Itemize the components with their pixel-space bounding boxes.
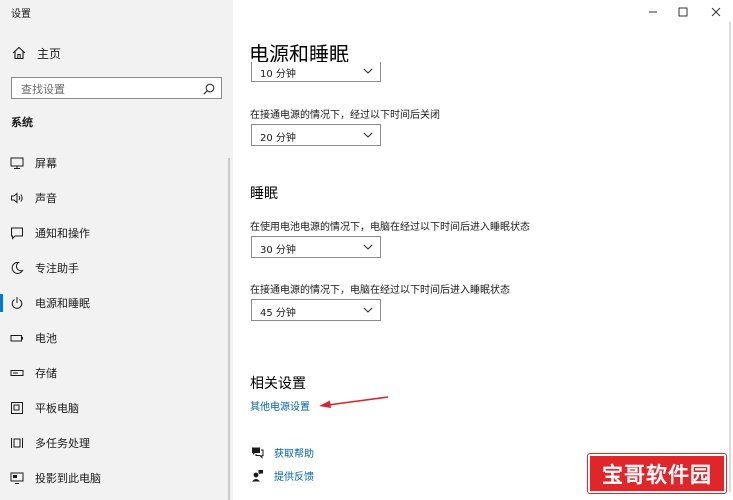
sidebar-item-label: 投影到此电脑 xyxy=(35,472,101,485)
screen-plugged-label: 在接通电源的情况下，经过以下时间后关闭 xyxy=(250,110,440,121)
sleep-plugged-label: 在接通电源的情况下，电脑在经过以下时间后进入睡眠状态 xyxy=(250,285,510,296)
notification-icon xyxy=(10,226,24,240)
project-icon xyxy=(10,471,24,485)
get-help-link[interactable]: 获取帮助 xyxy=(251,443,314,461)
sidebar-item-label: 屏幕 xyxy=(35,157,57,170)
close-button[interactable] xyxy=(706,4,726,20)
sleep-battery-timeout-select[interactable]: 30 分钟 xyxy=(251,236,381,258)
storage-icon xyxy=(10,366,24,380)
select-value: 45 分钟 xyxy=(260,308,296,319)
related-settings-heading: 相关设置 xyxy=(250,376,306,392)
search-icon[interactable] xyxy=(202,81,216,95)
battery-icon xyxy=(10,331,24,345)
chevron-down-icon xyxy=(363,244,373,250)
minimize-icon xyxy=(649,11,657,13)
feedback-person-icon xyxy=(251,469,264,482)
sidebar-item-storage[interactable]: 存储 xyxy=(0,361,228,385)
chevron-down-icon xyxy=(363,68,373,74)
main-scrollbar[interactable] xyxy=(729,22,731,492)
active-indicator xyxy=(0,294,3,312)
home-icon xyxy=(11,45,27,61)
sidebar-item-label: 声音 xyxy=(35,192,57,205)
sidebar-item-multitasking[interactable]: 多任务处理 xyxy=(0,431,228,455)
sidebar-item-power-sleep[interactable]: 电源和睡眠 xyxy=(0,291,228,315)
select-value: 10 分钟 xyxy=(260,69,296,80)
sleep-heading: 睡眠 xyxy=(250,186,278,202)
power-icon xyxy=(10,296,24,310)
section-label: 系统 xyxy=(11,116,33,129)
get-help-label: 获取帮助 xyxy=(274,448,314,460)
help-chat-icon xyxy=(251,446,264,459)
sleep-battery-label: 在使用电池电源的情况下，电脑在经过以下时间后进入睡眠状态 xyxy=(250,222,530,233)
tablet-icon xyxy=(10,401,24,415)
sidebar-item-sound[interactable]: 声音 xyxy=(0,186,228,210)
sidebar-item-label: 通知和操作 xyxy=(35,227,90,240)
sidebar-item-label: 电源和睡眠 xyxy=(35,297,90,310)
sidebar-scrollbar[interactable] xyxy=(228,158,230,500)
sidebar-item-battery[interactable]: 电池 xyxy=(0,326,228,350)
close-icon xyxy=(711,7,721,17)
search-placeholder: 查找设置 xyxy=(21,83,65,96)
sidebar-item-label: 存储 xyxy=(35,367,57,380)
sidebar-item-label: 电池 xyxy=(35,332,57,345)
sidebar: 设置 主页 查找设置 系统 屏幕 声音 通知和操作 专注助手 电源和睡眠 电池 xyxy=(0,0,233,500)
home-nav[interactable]: 主页 xyxy=(11,43,61,63)
sidebar-item-notifications[interactable]: 通知和操作 xyxy=(0,221,228,245)
sidebar-item-project[interactable]: 投影到此电脑 xyxy=(0,466,228,490)
give-feedback-link[interactable]: 提供反馈 xyxy=(251,466,314,484)
annotation-arrow-icon xyxy=(319,396,389,408)
select-value: 20 分钟 xyxy=(260,133,296,144)
sidebar-item-display[interactable]: 屏幕 xyxy=(0,151,228,175)
monitor-icon xyxy=(10,156,24,170)
multitask-icon xyxy=(10,436,24,450)
maximize-icon xyxy=(678,7,688,17)
additional-power-settings-link[interactable]: 其他电源设置 xyxy=(250,398,310,413)
screen-plugged-timeout-select[interactable]: 20 分钟 xyxy=(251,124,381,146)
minimize-button[interactable] xyxy=(643,4,663,20)
maximize-button[interactable] xyxy=(673,4,693,20)
watermark-logo: 宝哥软件园 xyxy=(588,454,726,493)
screen-battery-timeout-select[interactable]: 10 分钟 xyxy=(251,62,381,82)
home-label: 主页 xyxy=(37,46,62,61)
sleep-plugged-timeout-select[interactable]: 45 分钟 xyxy=(251,299,381,321)
moon-icon xyxy=(10,261,24,275)
select-value: 30 分钟 xyxy=(260,245,296,256)
chevron-down-icon xyxy=(363,307,373,313)
sidebar-item-label: 多任务处理 xyxy=(35,437,90,450)
window-title: 设置 xyxy=(11,9,31,20)
speaker-icon xyxy=(10,191,24,205)
chevron-down-icon xyxy=(363,132,373,138)
give-feedback-label: 提供反馈 xyxy=(274,471,314,483)
sidebar-item-label: 专注助手 xyxy=(35,262,79,275)
sidebar-item-tablet[interactable]: 平板电脑 xyxy=(0,396,228,420)
sidebar-item-focus-assist[interactable]: 专注助手 xyxy=(0,256,228,280)
sidebar-item-label: 平板电脑 xyxy=(35,402,79,415)
search-input[interactable]: 查找设置 xyxy=(11,77,222,99)
